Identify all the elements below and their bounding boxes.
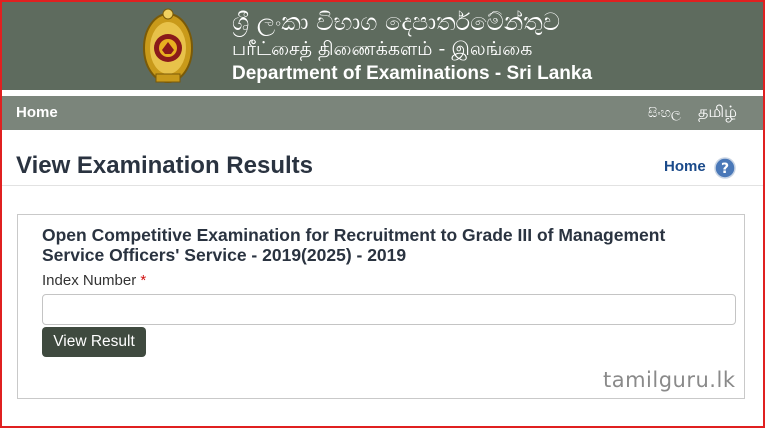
header-title-english: Department of Examinations - Sri Lanka xyxy=(232,63,593,84)
svg-text:?: ? xyxy=(721,161,729,177)
index-number-input[interactable] xyxy=(42,294,736,325)
view-result-button[interactable]: View Result xyxy=(42,327,146,357)
required-asterisk: * xyxy=(140,272,147,289)
sri-lanka-emblem-icon xyxy=(143,8,193,83)
question-mark-icon[interactable]: ? xyxy=(714,157,736,179)
title-divider xyxy=(2,185,763,186)
header-banner: ශ්‍රී ලංකා විභාග දෙපාර්තමේන්තුව பரீட்சைத… xyxy=(2,2,763,90)
watermark-text: tamilguru.lk xyxy=(603,368,736,392)
nav-language-tamil[interactable]: தமிழ் xyxy=(698,102,737,123)
top-navbar: Home සිංහල தமிழ் xyxy=(2,96,763,130)
results-form-panel: Open Competitive Examination for Recruit… xyxy=(17,214,745,399)
index-number-label: Index Number * xyxy=(42,272,146,289)
home-link[interactable]: Home xyxy=(664,158,706,175)
nav-language-sinhala[interactable]: සිංහල xyxy=(648,106,681,121)
nav-home-link[interactable]: Home xyxy=(16,104,58,121)
index-number-label-text: Index Number xyxy=(42,272,137,289)
header-title-sinhala: ශ්‍රී ලංකා විභාග දෙපාර්තමේන්තුව xyxy=(232,8,560,36)
page-title: View Examination Results xyxy=(16,152,313,179)
exam-title: Open Competitive Examination for Recruit… xyxy=(42,225,666,265)
header-title-tamil: பரீட்சைத் திணைக்களம் - இலங்கை xyxy=(232,38,533,60)
